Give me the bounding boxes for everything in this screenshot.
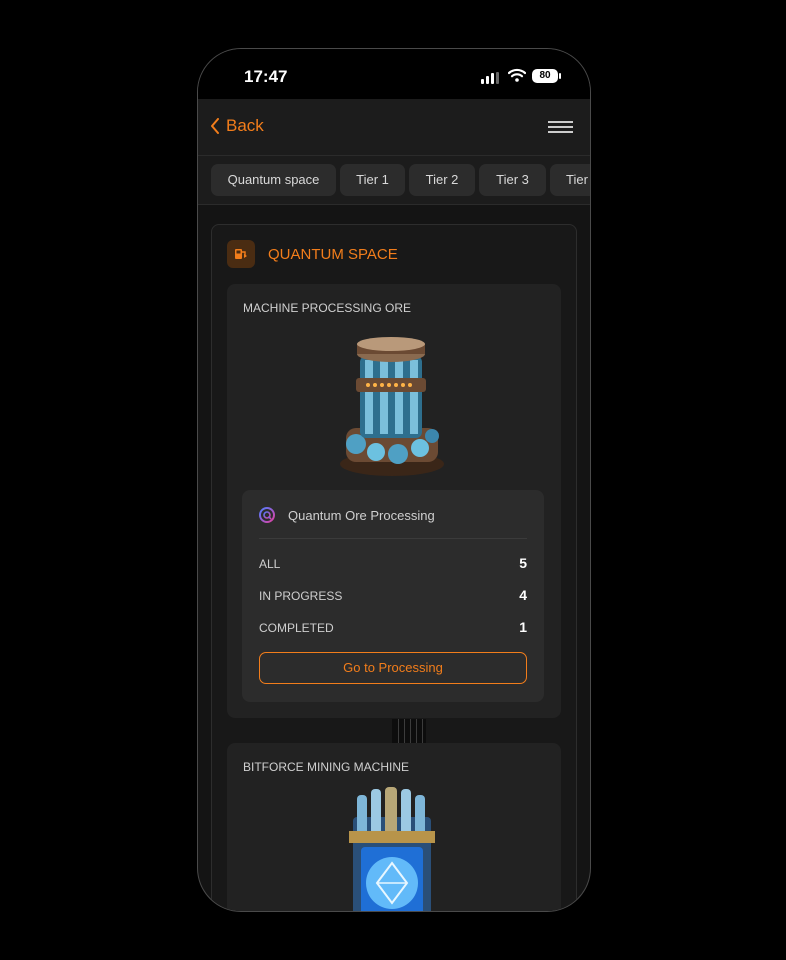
tab-tier-3[interactable]: Tier 3: [479, 164, 546, 196]
stats-title: Quantum Ore Processing: [288, 508, 435, 523]
chevron-left-icon: [211, 118, 219, 134]
status-time: 17:47: [244, 67, 288, 86]
menu-icon[interactable]: [548, 121, 573, 133]
phone-frame: 17:47 80 Back Quantum space Tier 1 Tier …: [197, 48, 591, 912]
bitforce-mining-machine-image: [349, 787, 435, 911]
machine-card: MACHINE PROCESSING ORE Quantum Ore Proce…: [227, 284, 561, 718]
stat-value-completed: 1: [519, 619, 527, 635]
stat-label-in-progress: IN PROGRESS: [259, 589, 343, 603]
wifi-icon: [508, 68, 526, 82]
ore-processing-machine-image: [340, 337, 444, 476]
signal-icon: [481, 72, 499, 84]
battery-icon: 80: [532, 69, 561, 83]
back-button[interactable]: Back: [210, 116, 264, 136]
processing-stats-panel: Quantum Ore Processing ALL 5 IN PROGRESS…: [242, 490, 544, 702]
stat-value-in-progress: 4: [519, 587, 527, 603]
tab-tier-2[interactable]: Tier 2: [409, 164, 475, 196]
divider: [259, 538, 527, 539]
bitforce-card: BITFORCE MINING MACHINE: [227, 743, 561, 911]
status-bar: 17:47 80: [198, 49, 590, 99]
tab-tier-1[interactable]: Tier 1: [340, 164, 405, 196]
section-title: QUANTUM SPACE: [268, 246, 398, 263]
main-content: QUANTUM SPACE MACHINE PROCESSING ORE Qua…: [198, 205, 590, 911]
tab-quantum-space[interactable]: Quantum space: [211, 164, 336, 196]
tier-tabs: Quantum space Tier 1 Tier 2 Tier 3 Tier: [198, 156, 590, 205]
card-connector: [392, 719, 426, 744]
tab-tier-4[interactable]: Tier: [550, 164, 590, 196]
back-label: Back: [226, 116, 264, 135]
stat-label-completed: COMPLETED: [259, 621, 334, 635]
fuel-pump-icon: [227, 240, 255, 268]
bitforce-title: BITFORCE MINING MACHINE: [243, 760, 410, 774]
top-nav-bar: Back: [198, 99, 590, 156]
stat-value-all: 5: [519, 555, 527, 571]
quantum-q-icon: [259, 507, 275, 523]
stat-label-all: ALL: [259, 557, 281, 571]
machine-title: MACHINE PROCESSING ORE: [243, 301, 412, 315]
go-to-processing-button[interactable]: Go to Processing: [259, 652, 527, 684]
quantum-space-section: QUANTUM SPACE MACHINE PROCESSING ORE Qua…: [211, 224, 577, 911]
